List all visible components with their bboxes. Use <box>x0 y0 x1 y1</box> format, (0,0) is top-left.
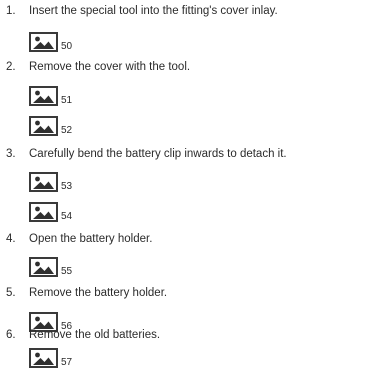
step-number: 5. <box>6 287 16 299</box>
image-placeholder-icon <box>29 172 58 192</box>
image-placeholder-icon <box>29 257 58 277</box>
figure-number: 55 <box>61 266 73 277</box>
figure-reference: 52 <box>29 114 72 136</box>
step-number: 1. <box>6 5 16 17</box>
step-number: 6. <box>6 329 16 341</box>
image-placeholder-icon <box>29 86 58 106</box>
step-text: Remove the old batteries. <box>29 329 161 341</box>
step-text: Remove the battery holder. <box>29 287 168 299</box>
step-text: Carefully bend the battery clip inwards … <box>29 148 287 160</box>
figure-reference: 51 <box>29 84 72 106</box>
image-placeholder-icon <box>29 348 58 368</box>
step-number: 2. <box>6 61 16 73</box>
figure-number: 57 <box>61 357 73 368</box>
step-number: 3. <box>6 148 16 160</box>
image-placeholder-icon <box>29 202 58 222</box>
figure-number: 53 <box>61 181 73 192</box>
figure-number: 51 <box>61 95 73 106</box>
instruction-document: 1. Insert the special tool into the fitt… <box>0 0 367 369</box>
figure-reference: 57 <box>29 346 72 368</box>
figure-number: 54 <box>61 211 73 222</box>
image-placeholder-icon <box>29 116 58 136</box>
step-text: Open the battery holder. <box>29 233 153 245</box>
figure-reference: 54 <box>29 200 72 222</box>
figure-reference: 50 <box>29 30 72 52</box>
figure-number: 50 <box>61 41 73 52</box>
step-text: Insert the special tool into the fitting… <box>29 5 278 17</box>
image-placeholder-icon <box>29 32 58 52</box>
figure-reference: 55 <box>29 255 72 277</box>
figure-reference: 53 <box>29 170 72 192</box>
figure-number: 52 <box>61 125 73 136</box>
step-text: Remove the cover with the tool. <box>29 61 191 73</box>
step-number: 4. <box>6 233 16 245</box>
